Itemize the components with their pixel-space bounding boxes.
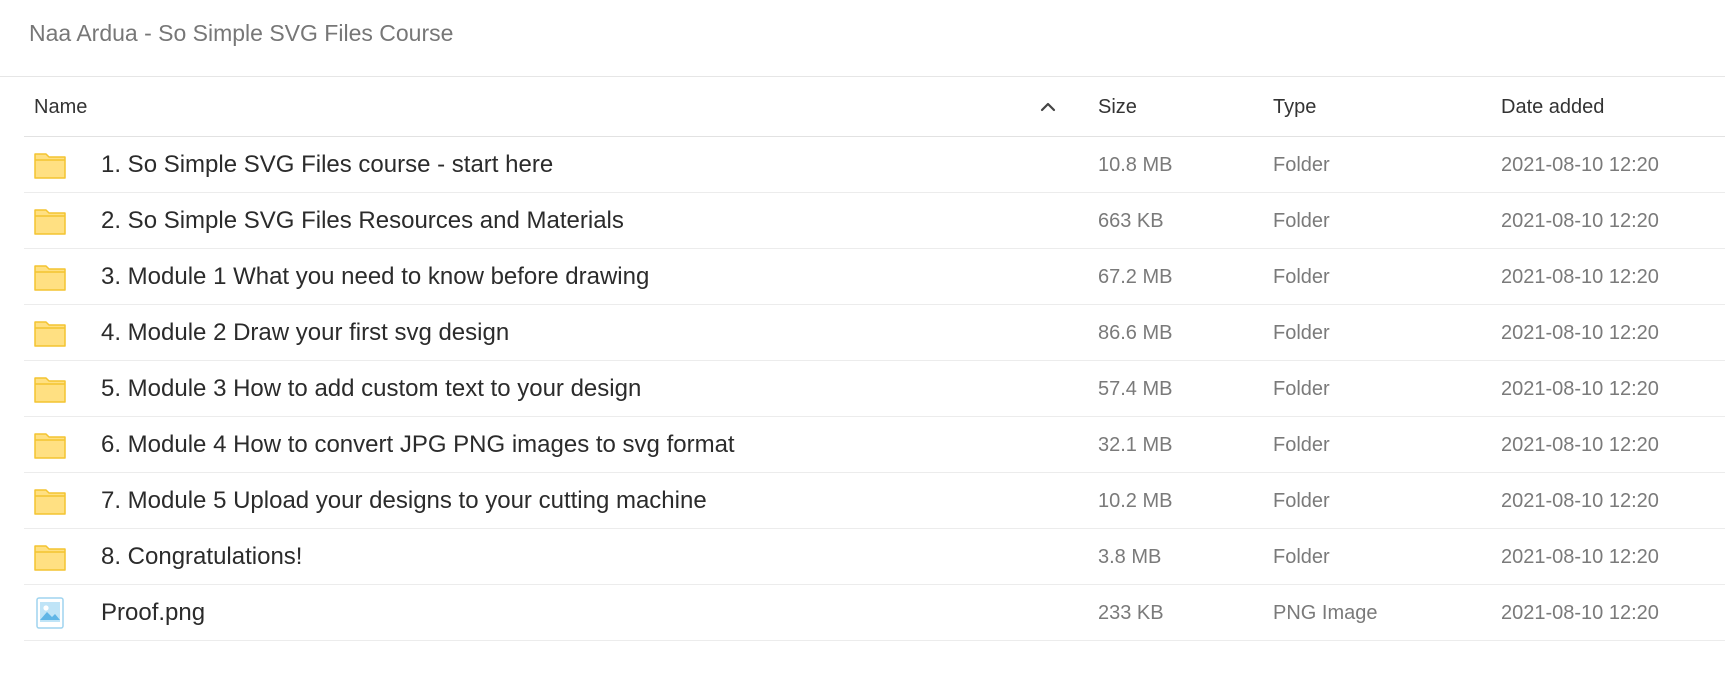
table-row[interactable]: 8. Congratulations! 3.8 MB Folder 2021-08-1… [24, 529, 1725, 585]
file-table: Name Size Type Date added 1. So Simple S… [24, 77, 1725, 641]
file-name: 4. Module 2 Draw your first svg design [101, 319, 510, 346]
folder-icon [33, 260, 67, 294]
breadcrumb-bar: Naa Ardua - So Simple SVG Files Course [0, 0, 1725, 77]
file-type: Folder [1273, 154, 1330, 176]
file-date-added: 2021-08-10 12:20 [1501, 602, 1659, 624]
file-type: Folder [1273, 266, 1330, 288]
table-row[interactable]: 4. Module 2 Draw your first svg design 86… [24, 305, 1725, 361]
folder-icon [33, 204, 67, 238]
column-header-name[interactable]: Name [34, 96, 87, 119]
file-name: 7. Module 5 Upload your designs to your … [101, 487, 707, 514]
file-type: Folder [1273, 210, 1330, 232]
folder-icon [33, 316, 67, 350]
file-date-added: 2021-08-10 12:20 [1501, 210, 1659, 232]
table-row[interactable]: 7. Module 5 Upload your designs to your … [24, 473, 1725, 529]
table-row[interactable]: 6. Module 4 How to convert JPG PNG image… [24, 417, 1725, 473]
file-name: 5. Module 3 How to add custom text to yo… [101, 375, 642, 402]
table-row[interactable]: Proof.png 233 KB PNG Image 2021-08-10 12:20 [24, 585, 1725, 641]
file-type: Folder [1273, 490, 1330, 512]
file-name: 6. Module 4 How to convert JPG PNG image… [101, 431, 735, 458]
file-date-added: 2021-08-10 12:20 [1501, 154, 1659, 176]
file-date-added: 2021-08-10 12:20 [1501, 378, 1659, 400]
folder-icon [33, 148, 67, 182]
file-name: 3. Module 1 What you need to know before… [101, 263, 650, 290]
file-date-added: 2021-08-10 12:20 [1501, 322, 1659, 344]
file-name: Proof.png [101, 599, 206, 626]
file-size: 10.2 MB [1098, 490, 1173, 512]
column-header-size[interactable]: Size [1098, 96, 1137, 119]
table-row[interactable]: 3. Module 1 What you need to know before… [24, 249, 1725, 305]
file-size: 32.1 MB [1098, 434, 1173, 456]
table-row[interactable]: 2. So Simple SVG Files Resources and Mat… [24, 193, 1725, 249]
file-size: 663 KB [1098, 210, 1164, 232]
file-date-added: 2021-08-10 12:20 [1501, 266, 1659, 288]
file-size: 233 KB [1098, 602, 1164, 624]
folder-icon [33, 540, 67, 574]
file-name: 2. So Simple SVG Files Resources and Mat… [101, 207, 624, 234]
breadcrumb[interactable]: Naa Ardua - So Simple SVG Files Course [29, 20, 453, 47]
file-size: 67.2 MB [1098, 266, 1173, 288]
chevron-up-icon[interactable] [1038, 97, 1058, 117]
folder-icon [33, 484, 67, 518]
column-header-type[interactable]: Type [1273, 96, 1316, 119]
file-type: Folder [1273, 322, 1330, 344]
file-date-added: 2021-08-10 12:20 [1501, 490, 1659, 512]
file-type: Folder [1273, 378, 1330, 400]
folder-icon [33, 428, 67, 462]
image-file-icon [33, 596, 67, 630]
file-size: 57.4 MB [1098, 378, 1173, 400]
file-size: 10.8 MB [1098, 154, 1173, 176]
file-size: 3.8 MB [1098, 546, 1162, 568]
column-header-date[interactable]: Date added [1501, 96, 1604, 119]
file-type: Folder [1273, 546, 1330, 568]
table-row[interactable]: 1. So Simple SVG Files course - start he… [24, 137, 1725, 193]
folder-icon [33, 372, 67, 406]
file-list: 1. So Simple SVG Files course - start he… [24, 137, 1725, 641]
file-size: 86.6 MB [1098, 322, 1173, 344]
file-date-added: 2021-08-10 12:20 [1501, 546, 1659, 568]
file-name: 8. Congratulations! [101, 543, 303, 570]
file-type: PNG Image [1273, 602, 1378, 624]
table-header: Name Size Type Date added [24, 77, 1725, 137]
file-date-added: 2021-08-10 12:20 [1501, 434, 1659, 456]
table-row[interactable]: 5. Module 3 How to add custom text to yo… [24, 361, 1725, 417]
file-type: Folder [1273, 434, 1330, 456]
file-name: 1. So Simple SVG Files course - start he… [101, 151, 554, 178]
